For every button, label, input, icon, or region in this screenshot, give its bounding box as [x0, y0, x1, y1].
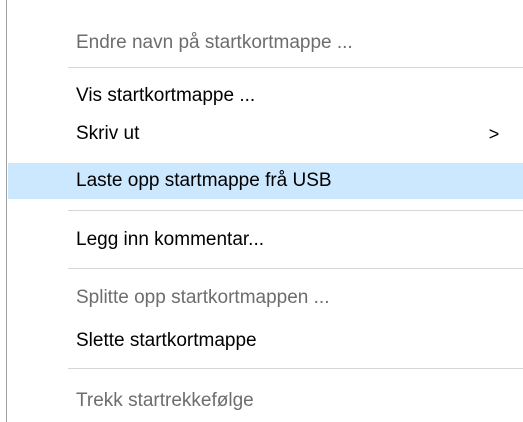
- menu-separator: [68, 368, 523, 369]
- menu-item-split-folder[interactable]: Splitte opp startkortmappen ...: [8, 280, 523, 316]
- menu-item-label: Vis startkortmappe ...: [76, 85, 256, 106]
- menu-item-rename-folder[interactable]: Endre navn på startkortmappe ...: [8, 25, 523, 61]
- menu-item-show-folder[interactable]: Vis startkortmappe ...: [8, 78, 523, 114]
- menu-separator: [68, 210, 523, 211]
- chevron-right-icon: >: [488, 124, 500, 144]
- menu-item-upload-from-usb[interactable]: Laste opp startmappe frå USB: [8, 163, 523, 199]
- menu-item-print[interactable]: Skriv ut >: [8, 116, 523, 152]
- menu-left-border: [6, 0, 7, 422]
- menu-item-label: Endre navn på startkortmappe ...: [76, 32, 353, 53]
- menu-item-label: Legg inn kommentar...: [76, 229, 264, 250]
- menu-item-delete-folder[interactable]: Slette startkortmappe: [8, 323, 523, 359]
- context-menu: Endre navn på startkortmappe ... Vis sta…: [0, 0, 523, 422]
- menu-item-label: Trekk startrekkefølge: [76, 390, 254, 411]
- menu-separator: [68, 268, 523, 269]
- menu-item-draw-start-order[interactable]: Trekk startrekkefølge: [8, 383, 523, 419]
- menu-item-label: Laste opp startmappe frå USB: [76, 170, 332, 191]
- menu-item-label: Splitte opp startkortmappen ...: [76, 287, 330, 308]
- menu-item-add-comment[interactable]: Legg inn kommentar...: [8, 222, 523, 258]
- menu-item-label: Skriv ut: [76, 123, 140, 144]
- menu-item-label: Slette startkortmappe: [76, 330, 257, 351]
- menu-separator: [68, 67, 523, 68]
